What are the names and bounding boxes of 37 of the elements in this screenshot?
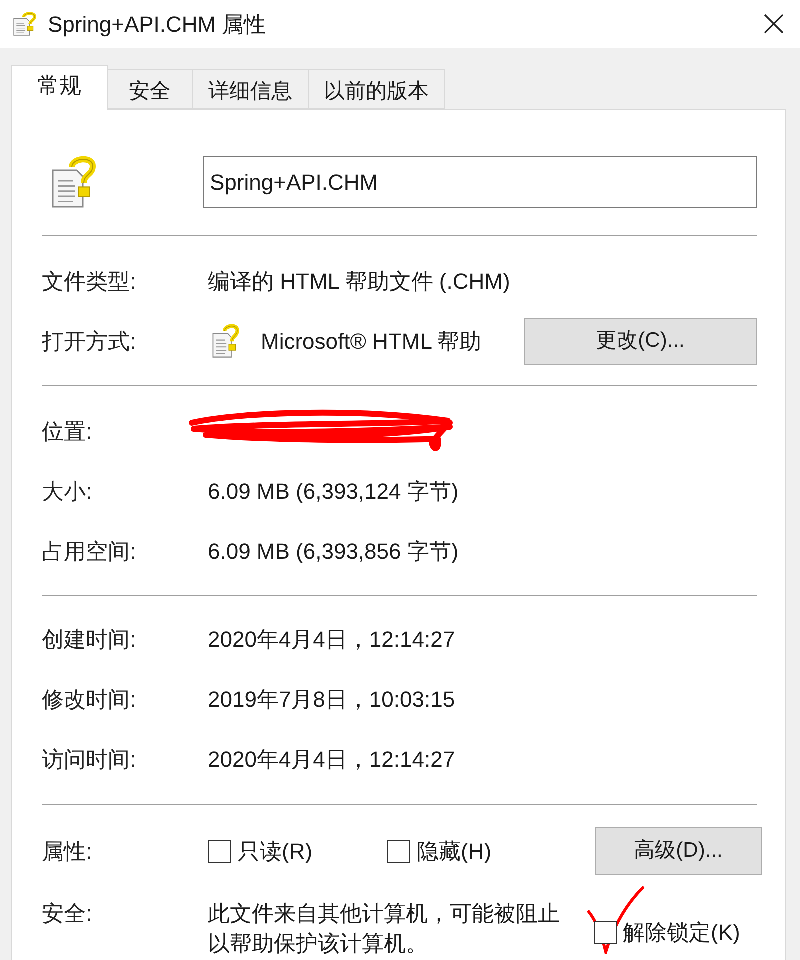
advanced-button[interactable]: 高级(D)... xyxy=(595,827,762,875)
field-value: 编译的 HTML 帮助文件 (.CHM) xyxy=(208,268,510,296)
field-label: 创建时间: xyxy=(42,626,136,654)
tab[interactable]: 常规 xyxy=(11,65,108,110)
help-file-icon xyxy=(13,12,37,36)
field-value: 2020年4月4日，12:14:27 xyxy=(208,746,456,774)
field-label: 修改时间: xyxy=(42,686,136,714)
checkbox-label[interactable]: 隐藏(H) xyxy=(417,834,492,868)
field-label: 占用空间: xyxy=(42,538,136,566)
checkbox[interactable] xyxy=(208,840,231,862)
field-value: Microsoft® HTML 帮助 xyxy=(261,328,482,356)
field-label: 文件类型: xyxy=(42,268,136,296)
close-icon xyxy=(764,14,784,34)
field-label: 位置: xyxy=(42,418,92,446)
file-name-text: Spring+API.CHM xyxy=(210,168,378,197)
window-title: Spring+API.CHM 属性 xyxy=(48,10,266,39)
field-value: 2019年7月8日，10:03:15 xyxy=(208,686,456,714)
field-value: 6.09 MB (6,393,856 字节) xyxy=(208,538,459,566)
change-button[interactable]: 更改(C)... xyxy=(524,318,757,364)
field-label: 访问时间: xyxy=(42,746,136,774)
field-label: 打开方式: xyxy=(42,328,136,356)
checkbox-label[interactable]: 只读(R) xyxy=(238,834,313,868)
help-file-icon xyxy=(212,324,240,358)
field-value: 2020年4月4日，12:14:27 xyxy=(208,626,456,654)
field-label: 安全: xyxy=(42,900,92,928)
help-file-icon xyxy=(51,156,97,208)
security-message: 此文件来自其他计算机，可能被阻止以帮助保护该计算机。 xyxy=(208,900,561,958)
tab[interactable]: 详细信息 xyxy=(192,69,309,109)
tab[interactable]: 以前的版本 xyxy=(308,69,445,109)
file-name-field[interactable]: Spring+API.CHM xyxy=(203,156,757,208)
field-value: 6.09 MB (6,393,124 字节) xyxy=(208,478,459,506)
tab[interactable]: 安全 xyxy=(107,69,193,109)
field-label: 属性: xyxy=(42,838,92,866)
checkbox-label[interactable]: 解除锁定(K) xyxy=(623,916,740,949)
checkbox[interactable] xyxy=(387,840,410,862)
field-label: 大小: xyxy=(42,478,92,506)
checkbox[interactable] xyxy=(594,921,617,944)
